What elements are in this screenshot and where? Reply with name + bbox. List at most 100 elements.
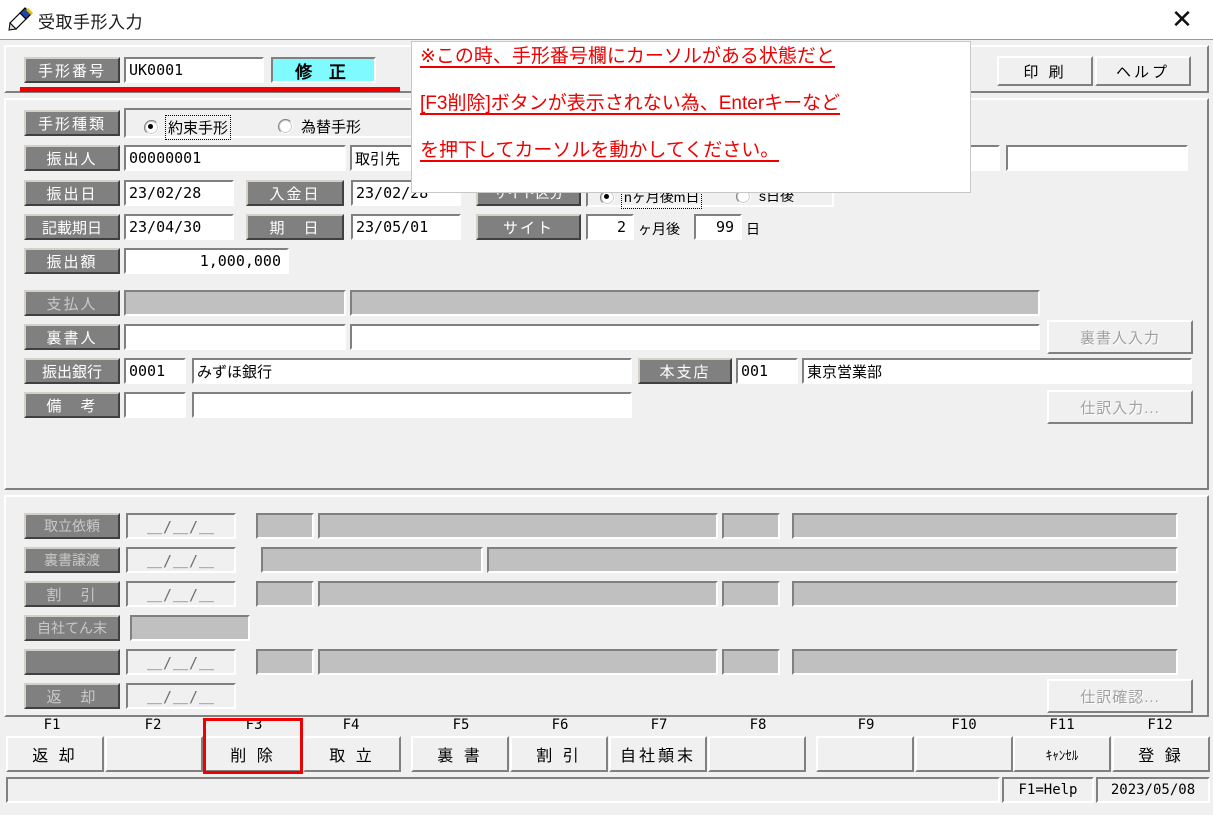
site-months-unit: ヶ月後 [638,221,680,237]
drawer-code-input[interactable]: 00000001 [124,145,346,171]
receipt-date-label: 入金日 [246,180,344,206]
due-date-label: 期 日 [246,214,344,240]
remarks-text-input[interactable] [192,392,632,418]
annotation-row: ※この時、手形番号欄にカーソルがある状態だと [420,47,962,94]
recorded-date-label: 記載期日 [24,214,120,240]
history-extra2-collection-request [792,513,1178,539]
history-label-endorsement-transfer: 裏書譲渡 [24,547,120,573]
status-message-cell [6,777,1000,803]
drawer-label: 振出人 [24,145,120,171]
history-extra2-blank [792,649,1178,675]
issuing-bank-code-input[interactable]: 0001 [124,358,186,384]
history-extra1-collection-request [722,513,780,539]
fkey-label-f1: F1 [43,717,61,733]
endorser-code-input[interactable] [124,324,346,350]
history-code-endorsement-transfer [261,547,483,573]
history-label-discount: 割 引 [24,581,120,607]
fkey-button-f12-register[interactable]: 登 録 [1112,736,1210,772]
remarks-label: 備 考 [24,392,120,418]
history-name-discount [318,581,718,607]
help-button[interactable]: ヘルプ [1095,56,1191,86]
history-date-endorsement-transfer: ＿/＿/＿ [126,547,236,573]
annotation-row: [F3削除]ボタンが表示されない為、Enterキーなど [420,94,962,141]
payer-code-input [124,290,346,316]
fkey-label-f4: F4 [342,717,360,733]
status-date: 2023/05/08 [1096,777,1210,803]
fkey-label-f11: F11 [1049,717,1075,733]
window-title: 受取手形入力 [38,13,143,32]
close-icon[interactable]: ✕ [1161,4,1203,36]
fkey-button-f8-empty [708,736,806,772]
amount-input[interactable]: 1,000,000 [124,248,289,274]
annotation-row: を押下してカーソルを動かしてください。 [420,141,962,188]
journal-entry-button: 仕訳入力... [1047,390,1193,424]
history-date-discount: ＿/＿/＿ [126,581,236,607]
radio-kawase-tegata[interactable]: 為替手形 [278,115,363,138]
recorded-date-input[interactable]: 23/04/30 [124,214,234,240]
fkey-label-f8: F8 [749,717,767,733]
print-button[interactable]: 印 刷 [997,56,1093,86]
payer-name-input [350,290,1040,316]
fkey-label-f2: F2 [144,717,162,733]
site-days-unit: 日 [746,221,760,237]
fkey-button-f5-endorsement[interactable]: 裏 書 [411,736,509,772]
stamp-pen-icon [8,7,34,31]
site-label: サイト [476,214,581,240]
remarks-code-input[interactable] [124,392,186,418]
issuing-bank-label: 振出銀行 [24,358,120,384]
issue-date-input[interactable]: 23/02/28 [124,180,234,206]
history-extra1-discount [722,581,780,607]
bill-type-label: 手形種類 [24,110,120,136]
history-name-blank [318,649,718,675]
history-panel: 取立依頼 ＿/＿/＿ 裏書譲渡 ＿/＿/＿ 割 引 ＿/＿/＿ 自社てん末 ＿/… [4,495,1209,717]
history-date-collection-request: ＿/＿/＿ [126,513,236,539]
issuing-bank-name-input[interactable]: みずほ銀行 [192,358,632,384]
endorser-name-input[interactable] [350,324,1040,350]
issue-date-label: 振出日 [24,180,120,206]
fkey-label-f9: F9 [857,717,875,733]
radio-dot-icon [278,119,293,134]
fkey-label-f7: F7 [650,717,668,733]
fkey-button-f11-cancel[interactable]: ｷｬﾝｾﾙ [1013,736,1111,772]
fkey-label-f12: F12 [1147,717,1173,733]
radio-yakusoku-tegata[interactable]: 約束手形 [144,115,232,140]
history-label-return: 返 却 [24,683,120,709]
history-label-collection-request: 取立依頼 [24,513,120,539]
bill-type-radio-group: 約束手形 為替手形 [124,108,416,140]
fkey-label-f5: F5 [452,717,470,733]
bill-no-input[interactable]: UK0001 [124,57,264,83]
history-code-collection-request [256,513,314,539]
site-months-input[interactable]: 2 [586,214,634,240]
radio-dot-icon [144,120,159,135]
fkey-button-f4-collection[interactable]: 取 立 [303,736,401,772]
fkey-button-f7-own-outcome[interactable]: 自社顛末 [609,736,707,772]
annotation-line-2: [F3削除]ボタンが表示されない為、Enterキーなど [420,93,841,115]
radio-label: 為替手形 [301,119,362,136]
status-badge: 修 正 [271,57,376,83]
payer-label: 支払人 [24,290,120,316]
fkey-button-f10-empty [915,736,1013,772]
fkey-button-f1-return[interactable]: 返 却 [6,736,104,772]
bill-no-label: 手形番号 [24,57,120,83]
fkey-button-f6-discount[interactable]: 割 引 [510,736,608,772]
branch-code-input[interactable]: 001 [736,358,798,384]
endorser-input-button: 裏書人入力 [1047,320,1193,354]
branch-label: 本支店 [638,358,732,384]
drawer-name-input[interactable] [1006,145,1188,171]
fkey-label-f10: F10 [951,717,977,733]
due-date-input[interactable]: 23/05/01 [351,214,461,240]
endorser-label: 裏書人 [24,324,120,350]
fkey-button-f3-delete[interactable]: 削 除 [204,736,302,772]
history-label-own-settlement: 自社てん末 [24,615,120,641]
bill-no-red-underline [20,87,400,92]
status-bar: F1=Help 2023/05/08 [0,777,1213,815]
fkey-label-f6: F6 [551,717,569,733]
history-date-blank: ＿/＿/＿ [126,649,236,675]
annotation-line-1: ※この時、手形番号欄にカーソルがある状態だと [420,46,835,68]
history-name-collection-request [318,513,718,539]
status-help-hint: F1=Help [1002,777,1094,803]
radio-label: 約束手形 [165,115,232,140]
journal-confirm-button: 仕訳確認... [1047,679,1193,713]
site-days-input[interactable]: 99 [694,214,742,240]
branch-name-input[interactable]: 東京営業部 [802,358,1192,384]
